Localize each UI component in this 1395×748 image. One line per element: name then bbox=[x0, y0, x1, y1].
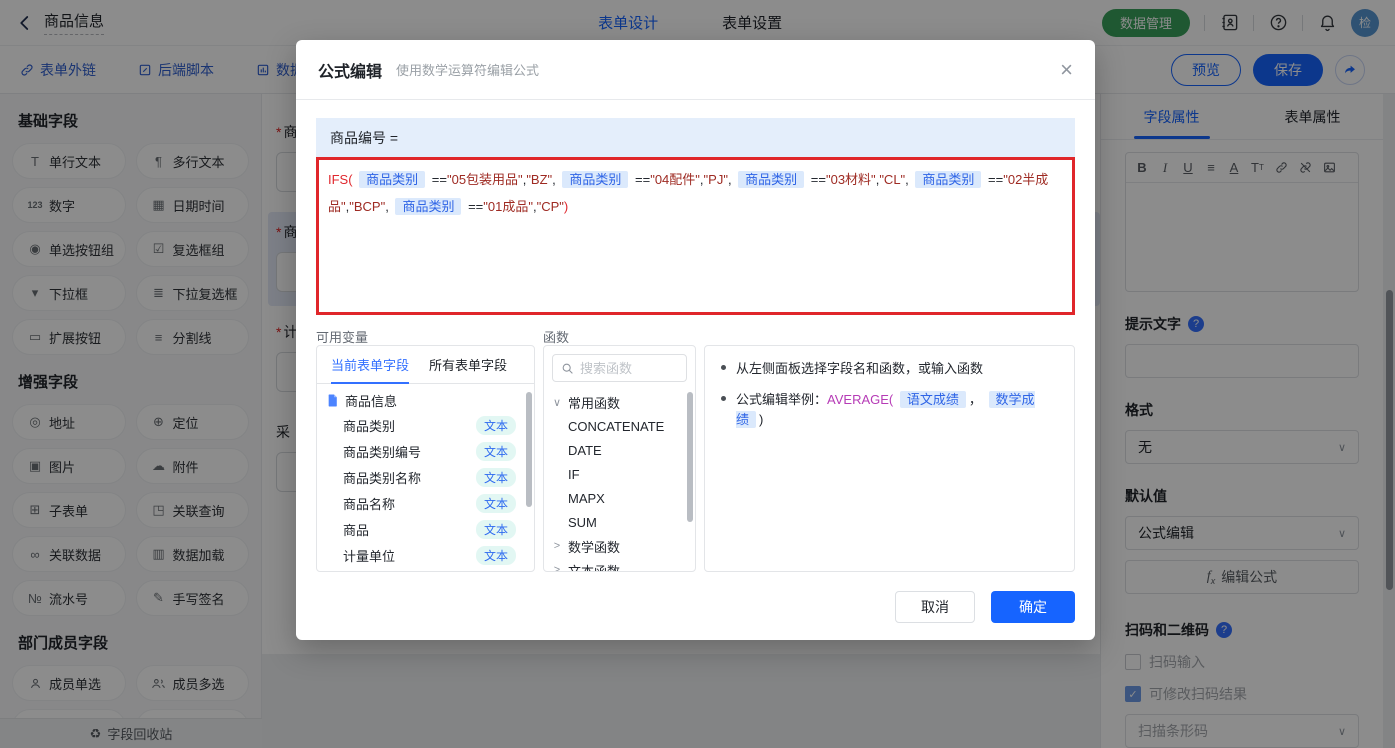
formula-string-token: "BCP" bbox=[349, 199, 385, 214]
variable-type-badge: 文本 bbox=[476, 416, 516, 435]
help-tip-1-text: 从左侧面板选择字段名和函数，或输入函数 bbox=[736, 359, 983, 379]
variables-tab[interactable]: 所有表单字段 bbox=[429, 346, 507, 383]
modal-footer: 取消 确定 bbox=[895, 591, 1075, 623]
variables-label: 可用变量 bbox=[316, 327, 368, 346]
formula-string-token: "BZ" bbox=[526, 172, 552, 187]
example-function: AVERAGE( bbox=[827, 392, 893, 407]
modal-header: 公式编辑 使用数学运算符编辑公式 × bbox=[296, 40, 1095, 100]
formula-input-area[interactable]: IFS( 商品类别 =="05包装用品","BZ", 商品类别 =="04配件"… bbox=[316, 157, 1075, 315]
formula-operator-token: == bbox=[984, 172, 1003, 187]
cancel-button[interactable]: 取消 bbox=[895, 591, 975, 623]
function-group-label: 数学函数 bbox=[568, 537, 620, 556]
formula-operator-token: == bbox=[464, 199, 483, 214]
formula-operator-token: , bbox=[552, 172, 559, 187]
variable-name: 商品类别 bbox=[343, 416, 395, 435]
formula-operator-token: , bbox=[905, 172, 912, 187]
formula-help-panel: 从左侧面板选择字段名和函数，或输入函数 公式编辑举例：AVERAGE( 语文成绩… bbox=[704, 345, 1075, 572]
confirm-button[interactable]: 确定 bbox=[991, 591, 1075, 623]
function-search[interactable] bbox=[552, 354, 687, 382]
variables-group-label: 商品信息 bbox=[345, 391, 397, 410]
variable-type-badge: 文本 bbox=[476, 572, 516, 573]
function-group-label: 常用函数 bbox=[568, 393, 620, 412]
variable-name: 计量单位 bbox=[343, 546, 395, 565]
variable-name: 商品 bbox=[343, 520, 369, 539]
document-icon bbox=[327, 394, 339, 407]
variable-type-badge: 文本 bbox=[476, 494, 516, 513]
variable-type-badge: 文本 bbox=[476, 442, 516, 461]
formula-string-token: "PJ" bbox=[704, 172, 728, 187]
variable-type-badge: 文本 bbox=[476, 468, 516, 487]
variable-name: 商品类别编号 bbox=[343, 442, 421, 461]
variables-group[interactable]: 商品信息 bbox=[317, 388, 534, 412]
variable-item[interactable]: 商品 文本 bbox=[317, 516, 534, 542]
formula-function-token: ) bbox=[564, 199, 568, 214]
formula-operator-token: == bbox=[631, 172, 650, 187]
variable-item[interactable]: 商品名称 文本 bbox=[317, 490, 534, 516]
variable-name: 商品名称 bbox=[343, 494, 395, 513]
function-item[interactable]: IF bbox=[544, 462, 695, 486]
close-icon[interactable]: × bbox=[1060, 59, 1073, 81]
function-item[interactable]: SUM bbox=[544, 510, 695, 534]
formula-string-token: "03材料" bbox=[826, 172, 876, 187]
help-tip-2-text: 公式编辑举例：AVERAGE( 语文成绩， 数学成绩) bbox=[736, 390, 1058, 430]
variable-item[interactable]: 计量单位 文本 bbox=[317, 542, 534, 568]
formula-editor-modal: 公式编辑 使用数学运算符编辑公式 × 商品编号 = IFS( 商品类别 =="0… bbox=[296, 40, 1095, 640]
formula-string-token: "05包装用品" bbox=[447, 172, 523, 187]
example-close-paren: ) bbox=[759, 412, 763, 427]
function-item[interactable]: CONCATENATE bbox=[544, 414, 695, 438]
formula-string-token: "CP" bbox=[537, 199, 564, 214]
example-prefix: 公式编辑举例： bbox=[736, 392, 827, 407]
modal-subtitle: 使用数学运算符编辑公式 bbox=[396, 60, 539, 79]
function-group[interactable]: ∨ 常用函数 bbox=[544, 390, 695, 414]
variables-list: 商品信息商品类别文本商品类别编号文本商品类别名称文本商品名称文本商品文本计量单位… bbox=[317, 384, 534, 572]
formula-string-token: "01成品" bbox=[483, 199, 533, 214]
formula-operator-token: == bbox=[428, 172, 447, 187]
formula-field-chip: 商品类别 bbox=[395, 198, 461, 215]
function-group[interactable]: > 数学函数 bbox=[544, 534, 695, 558]
variable-item[interactable]: 文本 bbox=[317, 568, 534, 572]
example-comma: ， bbox=[969, 392, 982, 407]
function-group[interactable]: > 文本函数 bbox=[544, 558, 695, 572]
bullet-icon bbox=[721, 365, 726, 370]
formula-string-token: "CL" bbox=[879, 172, 905, 187]
formula-field-chip: 商品类别 bbox=[738, 171, 804, 188]
function-item[interactable]: MAPX bbox=[544, 486, 695, 510]
chevron-right-icon: > bbox=[552, 540, 562, 552]
modal-title: 公式编辑 bbox=[318, 58, 382, 82]
variables-tab[interactable]: 当前表单字段 bbox=[331, 346, 409, 383]
formula-field-chip: 商品类别 bbox=[562, 171, 628, 188]
formula-field-chip: 商品类别 bbox=[915, 171, 981, 188]
search-icon bbox=[561, 362, 574, 375]
functions-scrollbar[interactable] bbox=[687, 392, 693, 522]
functions-panel: ∨ 常用函数 CONCATENATEDATEIFMAPXSUM > 数学函数 > 文本函数 bbox=[543, 345, 696, 572]
chevron-down-icon: ∨ bbox=[552, 396, 562, 409]
variable-item[interactable]: 商品类别名称 文本 bbox=[317, 464, 534, 490]
function-item[interactable]: DATE bbox=[544, 438, 695, 462]
variable-item[interactable]: 商品类别 文本 bbox=[317, 412, 534, 438]
functions-label: 函数 bbox=[543, 327, 569, 346]
help-tip-2: 公式编辑举例：AVERAGE( 语文成绩， 数学成绩) bbox=[721, 390, 1058, 430]
variable-type-badge: 文本 bbox=[476, 546, 516, 565]
variable-name: 商品类别名称 bbox=[343, 468, 421, 487]
variables-panel: 当前表单字段所有表单字段 商品信息商品类别文本商品类别编号文本商品类别名称文本商… bbox=[316, 345, 535, 572]
formula-function-token: IFS( bbox=[328, 172, 356, 187]
example-field-chip: 语文成绩 bbox=[900, 391, 966, 408]
help-tip-1: 从左侧面板选择字段名和函数，或输入函数 bbox=[721, 359, 1058, 379]
function-group-label: 文本函数 bbox=[568, 561, 620, 573]
function-search-input[interactable] bbox=[580, 361, 670, 376]
formula-operator-token: , bbox=[385, 199, 392, 214]
functions-list: ∨ 常用函数 CONCATENATEDATEIFMAPXSUM > 数学函数 > 文本函数 bbox=[544, 390, 695, 572]
formula-target-field: 商品编号 = bbox=[316, 118, 1075, 157]
formula-string-token: "04配件" bbox=[650, 172, 700, 187]
formula-operator-token: == bbox=[807, 172, 826, 187]
chevron-right-icon: > bbox=[552, 564, 562, 572]
variable-type-badge: 文本 bbox=[476, 520, 516, 539]
variable-item[interactable]: 商品类别编号 文本 bbox=[317, 438, 534, 464]
formula-field-chip: 商品类别 bbox=[359, 171, 425, 188]
formula-operator-token: , bbox=[728, 172, 735, 187]
variables-scrollbar[interactable] bbox=[526, 392, 532, 507]
bullet-icon bbox=[721, 396, 726, 401]
variables-tabs: 当前表单字段所有表单字段 bbox=[317, 346, 534, 384]
page-scrollbar[interactable] bbox=[1386, 290, 1393, 590]
